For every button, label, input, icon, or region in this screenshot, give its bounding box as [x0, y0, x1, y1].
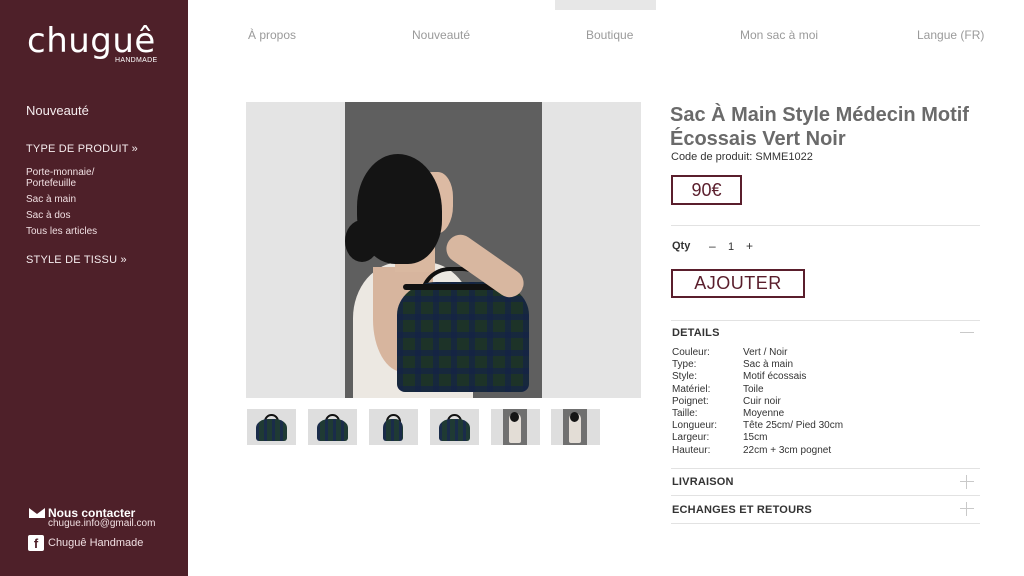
brand-name: chuguê — [27, 21, 156, 61]
qty-increment-button[interactable]: + — [746, 239, 753, 253]
sidebar-item-backpack[interactable]: Sac à dos — [26, 210, 176, 221]
sidebar-item-all[interactable]: Tous les articles — [26, 226, 176, 237]
facebook-icon[interactable]: f — [28, 535, 44, 551]
facebook-link[interactable]: Chuguê Handmade — [48, 537, 143, 549]
qty-label: Qty — [672, 240, 691, 252]
product-title: Sac À Main Style Médecin Motif Écossais … — [670, 104, 969, 150]
shipping-accordion-header[interactable]: LIVRAISON — [672, 476, 734, 488]
sidebar-item-handbag[interactable]: Sac à main — [26, 194, 176, 205]
thumbnail[interactable] — [430, 409, 479, 445]
nav-my-bag[interactable]: Mon sac à moi — [740, 28, 818, 42]
thumbnail[interactable] — [247, 409, 296, 445]
main-product-image[interactable] — [345, 102, 542, 398]
nav-active-indicator — [555, 0, 656, 10]
divider — [671, 468, 980, 469]
expand-icon[interactable] — [960, 502, 974, 516]
thumbnail[interactable] — [369, 409, 418, 445]
collapse-icon[interactable] — [960, 332, 974, 333]
sidebar: chuguê HANDMADE Nouveauté TYPE DE PRODUI… — [0, 0, 188, 576]
returns-accordion-header[interactable]: ECHANGES ET RETOURS — [672, 504, 812, 516]
nav-language[interactable]: Langue (FR) — [917, 28, 984, 42]
sidebar-item-new[interactable]: Nouveauté — [26, 103, 89, 118]
details-accordion-header[interactable]: DETAILS — [672, 327, 720, 339]
nav-about[interactable]: À propos — [248, 28, 296, 42]
nav-new[interactable]: Nouveauté — [412, 28, 470, 42]
brand-logo[interactable]: chuguê HANDMADE — [27, 22, 167, 72]
contact-email[interactable]: chugue.info@gmail.com — [48, 518, 155, 529]
qty-input[interactable]: 1 — [728, 241, 734, 253]
sidebar-product-type-list: Porte-monnaie/ Portefeuille Sac à main S… — [26, 167, 176, 242]
brand-subtitle: HANDMADE — [115, 57, 158, 64]
sidebar-item-wallet[interactable]: Porte-monnaie/ Portefeuille — [26, 167, 116, 189]
sidebar-fabric-style[interactable]: STYLE DE TISSU » — [26, 254, 127, 266]
price-badge: 90€ — [671, 175, 742, 205]
divider — [671, 320, 980, 321]
add-to-cart-button[interactable]: AJOUTER — [671, 269, 805, 298]
thumbnail[interactable] — [491, 409, 540, 445]
envelope-icon — [29, 508, 45, 518]
thumbnail[interactable] — [551, 409, 600, 445]
sidebar-product-type[interactable]: TYPE DE PRODUIT » — [26, 143, 138, 155]
divider — [671, 523, 980, 524]
qty-decrement-button[interactable]: – — [709, 239, 716, 253]
thumbnail[interactable] — [308, 409, 357, 445]
expand-icon[interactable] — [960, 475, 974, 489]
divider — [671, 225, 980, 226]
nav-shop[interactable]: Boutique — [586, 28, 633, 42]
product-code: Code de produit: SMME1022 — [671, 151, 813, 163]
divider — [671, 495, 980, 496]
